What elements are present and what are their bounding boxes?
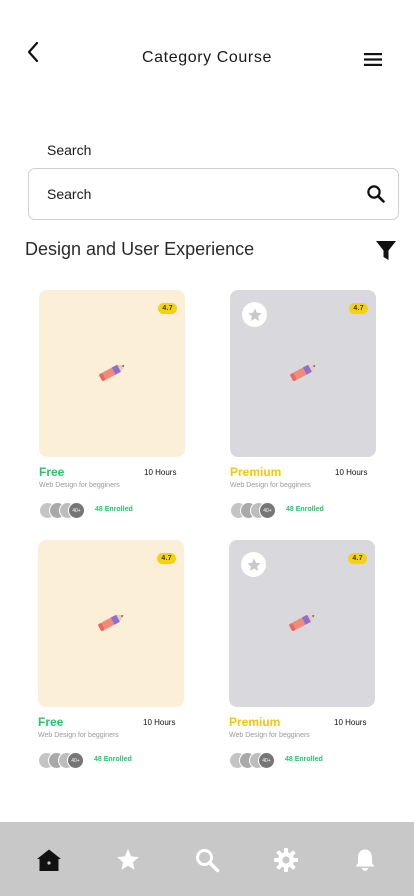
menu-button[interactable] [362, 50, 386, 70]
more-avatars-count: 40+ [259, 502, 276, 519]
course-card[interactable]: 4.7 Premium 10 Hours Web Design for begg… [230, 290, 390, 540]
favorite-button[interactable] [241, 552, 266, 577]
course-hours: 10 Hours [143, 718, 176, 727]
enrolled-count: 48 Enrolled [286, 506, 324, 513]
course-card[interactable]: 4.7 Free 10 Hours Web Design for beggine… [38, 540, 198, 790]
more-avatars-count: 40+ [67, 752, 84, 769]
pencil-icon [289, 614, 315, 632]
course-card[interactable]: 4.7 Premium 10 Hours Web Design for begg… [229, 540, 389, 790]
enrolled-avatars: 40+ [230, 502, 286, 520]
course-price: Free [38, 715, 64, 729]
enrolled-count: 48 Enrolled [285, 756, 323, 763]
rating-badge: 4.7 [157, 553, 176, 564]
pencil-icon [98, 614, 124, 632]
course-hours: 10 Hours [144, 468, 177, 477]
page-title: Category Course [142, 49, 272, 66]
course-price: Premium [230, 465, 282, 479]
course-price: Premium [229, 715, 281, 729]
course-subtitle: Web Design for begginers [38, 732, 119, 739]
enrolled-count: 48 Enrolled [94, 756, 132, 763]
search-label: Search [47, 142, 92, 158]
course-subtitle: Web Design for begginers [39, 482, 120, 489]
bell-icon [355, 849, 375, 871]
pencil-icon [290, 364, 316, 382]
star-icon [117, 849, 139, 870]
more-avatars-count: 40+ [68, 502, 85, 519]
rating-badge: 4.7 [349, 303, 368, 314]
section-title: Design and User Experience [25, 239, 255, 259]
enrolled-avatars: 40+ [39, 502, 95, 520]
tab-search[interactable] [193, 846, 221, 874]
search-input[interactable] [47, 169, 357, 219]
course-thumbnail[interactable]: 4.7 [230, 290, 376, 457]
course-subtitle: Web Design for begginers [229, 732, 310, 739]
search-box [28, 168, 399, 220]
pencil-icon [99, 364, 125, 382]
hamburger-menu-icon [364, 53, 382, 66]
rating-badge: 4.7 [158, 303, 177, 314]
app-header: Category Course [0, 0, 414, 110]
enrolled-avatars: 40+ [229, 752, 285, 770]
enrolled-count: 48 Enrolled [95, 506, 133, 513]
star-icon [246, 557, 261, 571]
tab-home[interactable] [35, 846, 63, 874]
tab-favorites[interactable] [114, 846, 142, 874]
course-card[interactable]: 4.7 Free 10 Hours Web Design for beggine… [39, 290, 199, 540]
rating-badge: 4.7 [348, 553, 367, 564]
search-icon [196, 849, 220, 873]
course-thumbnail[interactable]: 4.7 [38, 540, 184, 707]
search-icon[interactable] [366, 184, 386, 204]
tab-notifications[interactable] [351, 846, 379, 874]
more-avatars-count: 40+ [258, 752, 275, 769]
course-subtitle: Web Design for begginers [230, 482, 311, 489]
enrolled-avatars: 40+ [38, 752, 94, 770]
course-hours: 10 Hours [335, 468, 368, 477]
course-thumbnail[interactable]: 4.7 [229, 540, 375, 707]
course-thumbnail[interactable]: 4.7 [39, 290, 185, 457]
filter-icon[interactable] [375, 240, 397, 262]
course-price: Free [39, 465, 65, 479]
settings-icon [274, 848, 298, 872]
home-icon [37, 849, 61, 871]
favorite-button[interactable] [242, 302, 267, 327]
bottom-tab-bar [0, 822, 414, 896]
star-icon [247, 307, 262, 321]
tab-settings[interactable] [272, 846, 300, 874]
course-hours: 10 Hours [334, 718, 367, 727]
